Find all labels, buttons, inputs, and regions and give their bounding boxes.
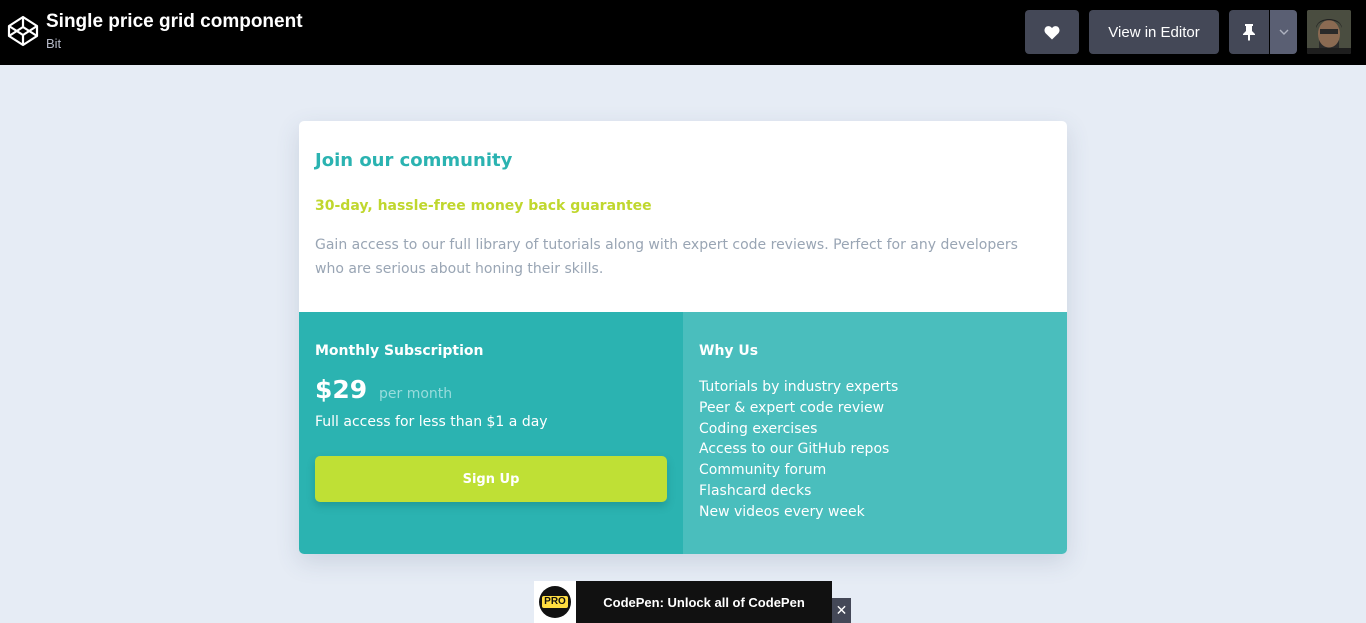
list-item: Coding exercises	[699, 420, 818, 437]
heart-icon	[1044, 25, 1060, 39]
close-icon[interactable]: ✕	[832, 598, 851, 623]
user-avatar[interactable]	[1307, 10, 1351, 54]
price-period: per month	[379, 386, 453, 402]
subscription-title: Monthly Subscription	[315, 343, 484, 359]
pro-badge-icon: PRO	[539, 586, 571, 618]
sign-up-button[interactable]: Sign Up	[315, 456, 667, 502]
list-item: New videos every week	[699, 503, 865, 520]
access-text: Full access for less than $1 a day	[315, 414, 548, 430]
list-item: Access to our GitHub repos	[699, 441, 890, 458]
pen-title: Single price grid component	[46, 11, 303, 32]
community-section: Join our community 30-day, hassle-free m…	[299, 121, 1067, 312]
pin-icon	[1243, 24, 1255, 41]
codepen-logo-icon[interactable]	[7, 15, 39, 47]
list-item: Flashcard decks	[699, 482, 812, 499]
list-item: Tutorials by industry experts	[699, 379, 899, 395]
pro-badge-container: PRO	[534, 581, 576, 623]
list-item: Peer & expert code review	[699, 399, 885, 416]
subscription-section: Monthly Subscription $29 per month Full …	[299, 312, 683, 554]
pro-banner[interactable]: PRO CodePen: Unlock all of CodePen	[534, 581, 832, 623]
price-amount: $29	[315, 375, 368, 404]
why-us-section: Why Us Tutorials by industry experts Pee…	[683, 312, 1067, 554]
why-us-list: Tutorials by industry experts Peer & exp…	[699, 377, 898, 523]
chevron-down-icon	[1279, 29, 1288, 35]
why-us-title: Why Us	[699, 343, 759, 359]
pro-badge-label: PRO	[542, 596, 568, 608]
codepen-header: Single price grid component Bit View in …	[0, 0, 1366, 65]
pin-dropdown-button[interactable]	[1270, 10, 1297, 54]
card-description: Gain access to our full library of tutor…	[315, 237, 1018, 277]
pro-banner-text[interactable]: CodePen: Unlock all of CodePen	[576, 581, 832, 623]
guarantee-text: 30-day, hassle-free money back guarantee	[315, 198, 652, 214]
view-in-editor-button[interactable]: View in Editor	[1089, 10, 1219, 54]
pen-author-link[interactable]: Bit	[46, 36, 61, 52]
pin-button[interactable]	[1229, 10, 1269, 54]
avatar-image	[1307, 10, 1351, 54]
price-grid-card: Join our community 30-day, hassle-free m…	[299, 121, 1067, 554]
card-heading: Join our community	[315, 150, 513, 171]
list-item: Community forum	[699, 462, 827, 479]
like-button[interactable]	[1025, 10, 1079, 54]
